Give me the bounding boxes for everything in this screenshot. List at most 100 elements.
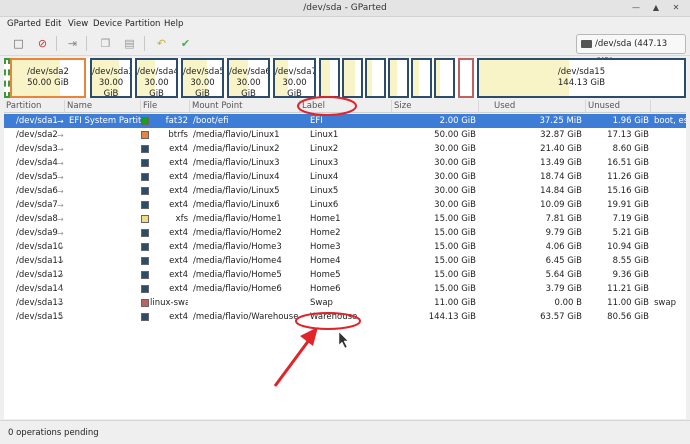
- partition-block-sda15[interactable]: /dev/sda15 144.13 GiB: [477, 58, 686, 98]
- menu-help[interactable]: Help: [164, 17, 183, 31]
- copy-icon[interactable]: ❐: [97, 35, 114, 52]
- partition-cell: /dev/sda9: [16, 228, 58, 238]
- partition-block-sda10[interactable]: [365, 58, 386, 98]
- partition-cell: /dev/sda12: [16, 270, 62, 280]
- column-label[interactable]: Label: [300, 100, 392, 113]
- partition-block-sda14[interactable]: [434, 58, 455, 98]
- filesystem-cell: ext4: [169, 256, 188, 266]
- partition-block-size: 30.00 GiB: [190, 78, 215, 98]
- column-unused[interactable]: Unused: [586, 100, 651, 113]
- name-cell: [69, 142, 141, 156]
- partition-block-sda7[interactable]: /dev/sda7 30.00 GiB: [273, 58, 316, 98]
- partition-block-sda11[interactable]: [388, 58, 409, 98]
- used-cell: 0.00 B: [554, 298, 582, 308]
- filesystem-color-swatch: [141, 117, 149, 125]
- menu-bar: GParted Edit View Device Partition Help: [0, 17, 690, 31]
- filesystem-cell: ext4: [169, 158, 188, 168]
- filesystem-cell: ext4: [169, 144, 188, 154]
- column-name[interactable]: Name: [65, 100, 141, 113]
- mount-point-cell: /media/flavio/Home5: [193, 270, 282, 280]
- usage-fill: [367, 60, 372, 96]
- table-row[interactable]: /dev/sda14 → ext4/media/flavio/Home6 Home6 1…: [4, 282, 686, 296]
- label-cell: Linux4: [310, 172, 339, 182]
- flags-cell: [654, 226, 686, 240]
- used-cell: 37.25 MiB: [539, 116, 582, 126]
- filesystem-color-swatch: [141, 187, 149, 195]
- key-icon: →: [57, 159, 64, 168]
- partition-cell: /dev/sda3: [16, 144, 58, 154]
- table-row[interactable]: /dev/sda12 → ext4/media/flavio/Home5 Home5 1…: [4, 268, 686, 282]
- used-cell: 63.57 GiB: [540, 312, 582, 322]
- partition-block-sda3[interactable]: /dev/sda3 30.00 GiB: [90, 58, 132, 98]
- table-row[interactable]: /dev/sda2 → btrfs/media/flavio/Linux1 Linux…: [4, 128, 686, 142]
- table-row[interactable]: /dev/sda5 → ext4/media/flavio/Linux4 Linux4…: [4, 170, 686, 184]
- partition-block-sda13[interactable]: [458, 58, 474, 98]
- undo-icon[interactable]: ↶: [153, 35, 170, 52]
- table-row[interactable]: /dev/sda11 → ext4/media/flavio/Home4 Home4 1…: [4, 254, 686, 268]
- filesystem-color-swatch: [141, 243, 149, 251]
- key-icon: →: [57, 215, 64, 224]
- table-row[interactable]: /dev/sda7 → ext4/media/flavio/Linux6 Linux6…: [4, 198, 686, 212]
- table-row[interactable]: /dev/sda6 → ext4/media/flavio/Linux5 Linux5…: [4, 184, 686, 198]
- table-row[interactable]: /dev/sda3 → ext4/media/flavio/Linux2 Linux2…: [4, 142, 686, 156]
- partition-block-sda4[interactable]: /dev/sda4 30.00 GiB: [135, 58, 178, 98]
- menu-view[interactable]: View: [68, 17, 88, 31]
- column-size[interactable]: Size: [392, 100, 479, 113]
- key-icon: →: [57, 173, 64, 182]
- apply-icon[interactable]: ✔: [177, 35, 194, 52]
- unused-cell: 16.51 GiB: [607, 158, 649, 168]
- delete-icon[interactable]: ⊘: [34, 35, 51, 52]
- size-cell: 15.00 GiB: [434, 270, 476, 280]
- partition-table: /dev/sda1→EFI System Partitionfat32/boot…: [4, 114, 686, 419]
- table-row[interactable]: /dev/sda10 → ext4/media/flavio/Home3 Home3 1…: [4, 240, 686, 254]
- partition-block-sda2[interactable]: /dev/sda2 50.00 GiB: [10, 58, 86, 98]
- column-partition[interactable]: Partition: [4, 100, 65, 113]
- filesystem-color-swatch: [141, 285, 149, 293]
- size-cell: 15.00 GiB: [434, 214, 476, 224]
- flags-cell: swap: [654, 298, 676, 308]
- partition-block-name: /dev/sda5: [183, 67, 224, 77]
- unused-cell: 11.26 GiB: [607, 172, 649, 182]
- used-cell: 4.06 GiB: [545, 242, 582, 252]
- partition-cell: /dev/sda2: [16, 130, 58, 140]
- new-partition-icon[interactable]: □: [10, 35, 27, 52]
- flags-cell: [654, 128, 686, 142]
- table-row[interactable]: /dev/sda13→ linux-swap Swap 11.00 GiB 0.00 B…: [4, 296, 686, 310]
- filesystem-cell: btrfs: [168, 130, 188, 140]
- maximize-icon[interactable]: ▲: [650, 2, 662, 14]
- partition-block-sda8[interactable]: [319, 58, 340, 98]
- partition-block-sda5[interactable]: /dev/sda5 30.00 GiB: [181, 58, 224, 98]
- partition-block-sda9[interactable]: [342, 58, 363, 98]
- menu-edit[interactable]: Edit: [45, 17, 61, 31]
- size-cell: 144.13 GiB: [428, 312, 476, 322]
- column-used[interactable]: Used: [479, 100, 586, 113]
- partition-block-name: /dev/sda6: [229, 67, 270, 77]
- table-row[interactable]: /dev/sda1→ EFI System Partition fat32/boot…: [4, 114, 686, 128]
- menu-device[interactable]: Device: [93, 17, 122, 31]
- label-cell: Linux2: [310, 144, 339, 154]
- table-row[interactable]: /dev/sda15 → ext4/media/flavio/Warehouse Wa…: [4, 310, 686, 324]
- close-icon[interactable]: ✕: [670, 2, 682, 14]
- device-selector[interactable]: /dev/sda (447.13 GiB): [576, 34, 686, 67]
- filesystem-cell: xfs: [175, 214, 188, 224]
- minimize-icon[interactable]: —: [630, 2, 642, 14]
- resize-move-icon[interactable]: ⇥: [64, 35, 81, 52]
- partition-block-name: /dev/sda3: [92, 67, 132, 77]
- label-cell: Linux5: [310, 186, 339, 196]
- menu-gparted[interactable]: GParted: [7, 17, 41, 31]
- unused-cell: 9.36 GiB: [612, 270, 649, 280]
- table-row[interactable]: /dev/sda4 → ext4/media/flavio/Linux3 Linux3…: [4, 156, 686, 170]
- partition-block-sda6[interactable]: /dev/sda6 30.00 GiB: [227, 58, 270, 98]
- column-mount-point[interactable]: Mount Point: [190, 100, 300, 113]
- menu-partition[interactable]: Partition: [125, 17, 160, 31]
- flags-cell: boot, esp: [654, 116, 686, 126]
- table-row[interactable]: /dev/sda9 → ext4/media/flavio/Home2 Home2 15…: [4, 226, 686, 240]
- column-filesystem[interactable]: File System: [141, 100, 190, 124]
- table-row[interactable]: /dev/sda8 → xfs/media/flavio/Home1 Home1 15.…: [4, 212, 686, 226]
- mount-point-cell: /media/flavio/Home2: [193, 228, 282, 238]
- name-cell: [69, 268, 141, 282]
- size-cell: 15.00 GiB: [434, 284, 476, 294]
- partition-block-sda12[interactable]: [411, 58, 432, 98]
- paste-icon[interactable]: ▤: [121, 35, 138, 52]
- flags-cell: [654, 156, 686, 170]
